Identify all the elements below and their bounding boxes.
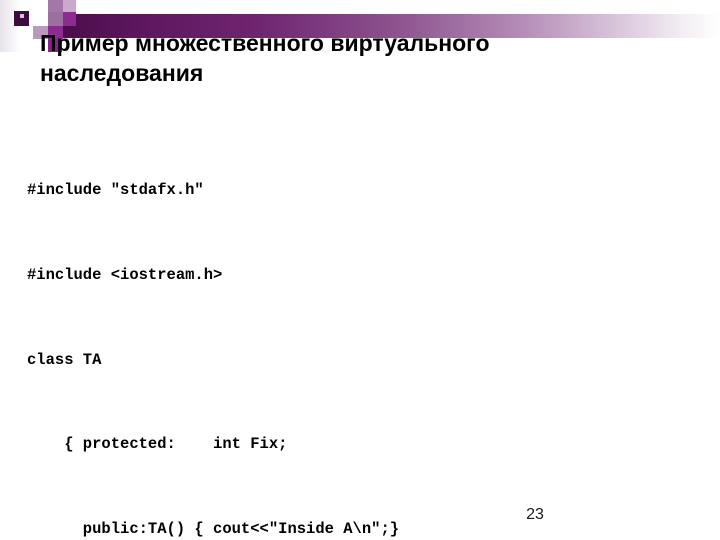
- deco-square-mauve: [48, 12, 63, 26]
- page-number: 23: [526, 506, 544, 523]
- code-line: #include "stdafx.h": [27, 181, 204, 200]
- code-listing: #include "stdafx.h" #include <iostream.h…: [27, 120, 717, 540]
- code-line: public:TA() { cout<<"Inside A\n";}: [27, 519, 400, 538]
- code-line: { protected: int Fix;: [27, 435, 288, 454]
- slide-title: Пример множественного виртуального насле…: [40, 28, 680, 88]
- slide-title-line-2: наследования: [40, 60, 204, 86]
- deco-square-light-top: [48, 0, 63, 12]
- deco-square-pale-top: [63, 0, 76, 12]
- decoration-left-fade: [0, 0, 20, 52]
- deco-square-magenta-upper: [63, 12, 76, 26]
- code-line: #include <iostream.h>: [27, 266, 223, 284]
- slide-title-line-1: Пример множественного виртуального: [40, 30, 490, 56]
- code-line: class TA: [27, 350, 102, 369]
- deco-square-tiny: [20, 14, 24, 18]
- slide: Пример множественного виртуального насле…: [0, 0, 720, 540]
